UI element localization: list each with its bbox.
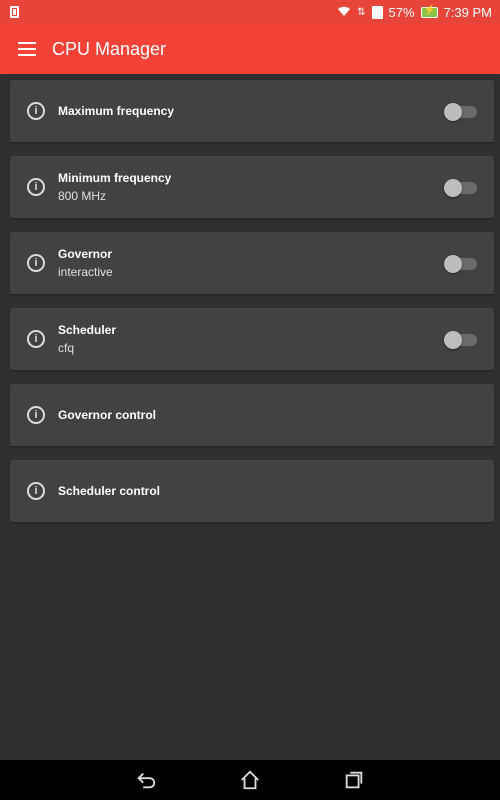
sim-card-icon bbox=[10, 6, 19, 18]
battery-percent: 57% bbox=[388, 4, 415, 20]
app-title: CPU Manager bbox=[52, 38, 167, 59]
setting-title: Governor bbox=[58, 247, 113, 261]
recents-icon[interactable] bbox=[342, 768, 366, 792]
setting-title: Governor control bbox=[58, 408, 157, 422]
setting-title: Maximum frequency bbox=[58, 104, 175, 118]
battery-charging-icon bbox=[420, 5, 438, 18]
setting-value: 800 MHz bbox=[58, 189, 107, 203]
info-icon[interactable]: i bbox=[27, 330, 45, 348]
notification-icon bbox=[371, 5, 383, 19]
setting-value: interactive bbox=[58, 265, 113, 279]
menu-icon[interactable] bbox=[18, 42, 36, 56]
back-icon[interactable] bbox=[134, 768, 158, 792]
setting-scheduler[interactable]: i Scheduler cfq bbox=[10, 308, 494, 370]
info-icon[interactable]: i bbox=[27, 254, 45, 272]
app-bar: CPU Manager bbox=[0, 24, 500, 74]
setting-governor-control[interactable]: i Governor control bbox=[10, 384, 494, 446]
clock: 7:39 PM bbox=[443, 4, 492, 20]
minimum-frequency-switch[interactable] bbox=[444, 179, 478, 197]
navigation-bar bbox=[0, 760, 500, 800]
home-icon[interactable] bbox=[238, 768, 262, 792]
info-icon[interactable]: i bbox=[27, 482, 45, 500]
setting-scheduler-control[interactable]: i Scheduler control bbox=[10, 460, 494, 522]
maximum-frequency-switch[interactable] bbox=[444, 103, 478, 121]
setting-title: Scheduler bbox=[58, 323, 117, 337]
info-icon[interactable]: i bbox=[27, 406, 45, 424]
setting-title: Minimum frequency bbox=[58, 171, 172, 185]
info-icon[interactable]: i bbox=[27, 178, 45, 196]
setting-governor[interactable]: i Governor interactive bbox=[10, 232, 494, 294]
setting-maximum-frequency[interactable]: i Maximum frequency bbox=[10, 80, 494, 142]
scheduler-switch[interactable] bbox=[444, 331, 478, 349]
setting-minimum-frequency[interactable]: i Minimum frequency 800 MHz bbox=[10, 156, 494, 218]
status-bar: ⇅ 57% 7:39 PM bbox=[0, 0, 500, 24]
setting-title: Scheduler control bbox=[58, 484, 161, 498]
governor-switch[interactable] bbox=[444, 255, 478, 273]
info-icon[interactable]: i bbox=[27, 102, 45, 120]
data-transfer-icon: ⇅ bbox=[357, 6, 366, 18]
wifi-icon bbox=[337, 5, 351, 20]
setting-value: cfq bbox=[58, 341, 75, 355]
